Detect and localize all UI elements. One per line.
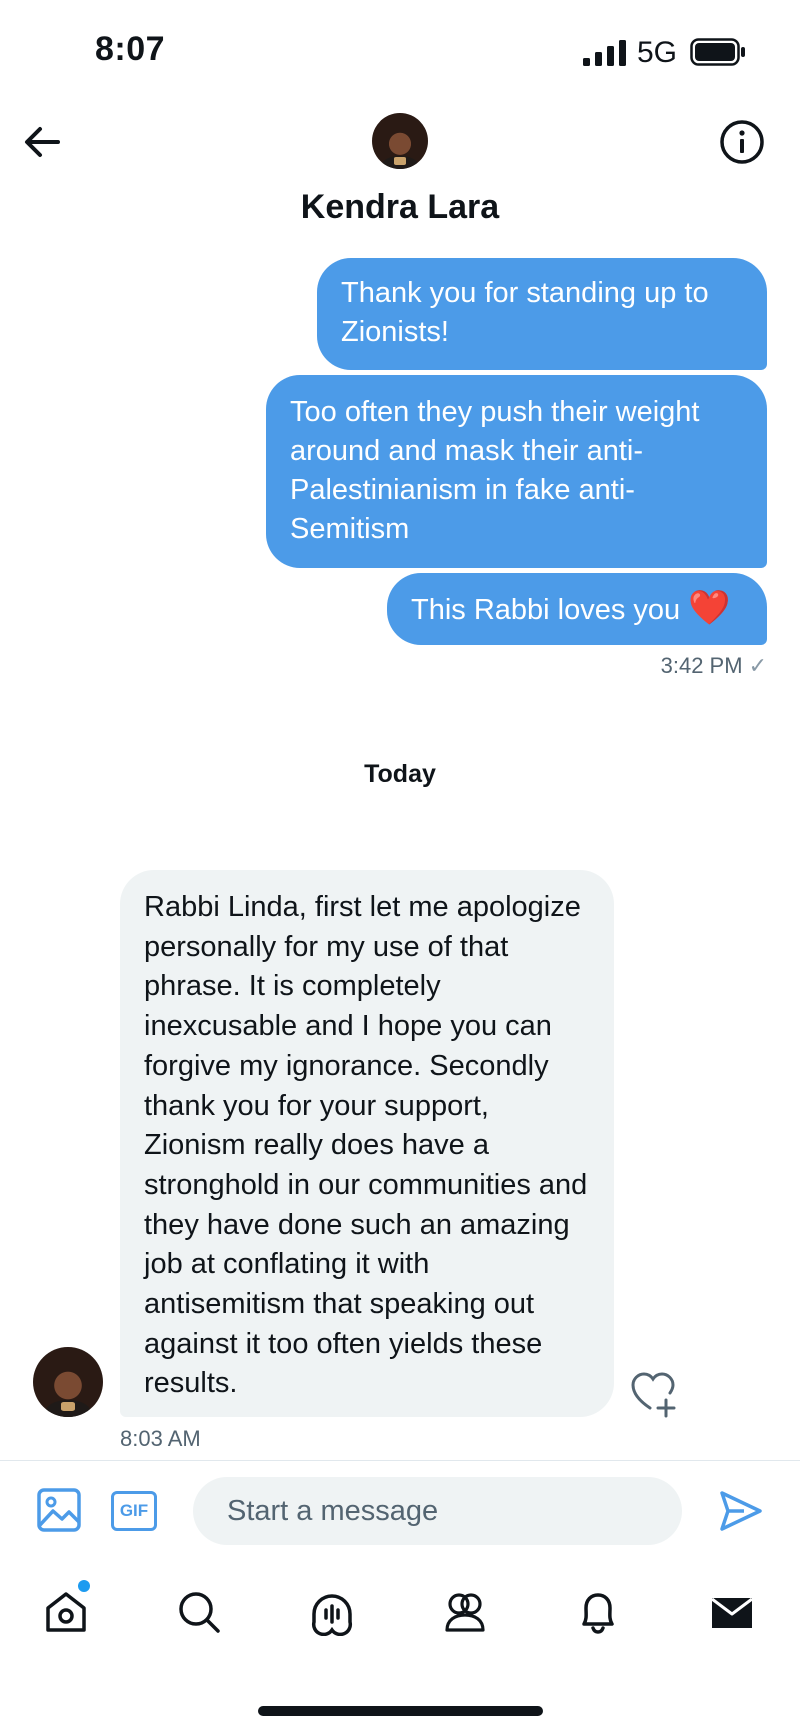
heart-emoji: ❤️ bbox=[688, 589, 731, 627]
bell-icon[interactable] bbox=[574, 1588, 622, 1636]
battery-icon bbox=[690, 38, 745, 66]
gif-button[interactable]: GIF bbox=[111, 1491, 157, 1531]
composer-divider bbox=[0, 1460, 800, 1461]
mail-icon[interactable] bbox=[708, 1588, 756, 1636]
status-time: 8:07 bbox=[95, 30, 166, 68]
image-icon[interactable] bbox=[36, 1487, 82, 1533]
notification-dot bbox=[78, 1580, 90, 1592]
contact-name[interactable]: Kendra Lara bbox=[0, 188, 800, 227]
sender-avatar[interactable] bbox=[33, 1347, 103, 1417]
info-icon[interactable] bbox=[718, 118, 766, 166]
home-indicator bbox=[258, 1706, 543, 1716]
communities-icon[interactable] bbox=[441, 1588, 489, 1636]
sent-message[interactable]: This Rabbi loves you ❤️ bbox=[387, 573, 767, 645]
back-arrow-icon[interactable] bbox=[18, 118, 68, 168]
sent-timestamp: 3:42 PM ✓ bbox=[660, 653, 767, 678]
message-text: Too often they push their weight around … bbox=[290, 396, 700, 545]
message-input[interactable] bbox=[193, 1477, 682, 1545]
spaces-icon[interactable] bbox=[308, 1588, 356, 1636]
received-message[interactable]: Rabbi Linda, first let me apologize pers… bbox=[120, 870, 614, 1417]
signal-icon bbox=[583, 40, 626, 66]
checkmark-icon: ✓ bbox=[748, 653, 767, 678]
home-icon[interactable] bbox=[42, 1588, 90, 1636]
sent-message[interactable]: Thank you for standing up to Zionists! bbox=[317, 258, 767, 370]
received-timestamp: 8:03 AM bbox=[120, 1426, 201, 1451]
contact-avatar[interactable] bbox=[372, 113, 428, 169]
message-text: Rabbi Linda, first let me apologize pers… bbox=[144, 891, 588, 1400]
sent-message[interactable]: Too often they push their weight around … bbox=[266, 375, 767, 568]
search-icon[interactable] bbox=[175, 1588, 223, 1636]
send-icon[interactable] bbox=[718, 1488, 764, 1534]
network-label: 5G bbox=[637, 36, 678, 69]
add-reaction-icon[interactable] bbox=[630, 1370, 680, 1418]
day-separator: Today bbox=[364, 760, 436, 788]
message-text: Thank you for standing up to Zionists! bbox=[341, 277, 709, 348]
message-text: This Rabbi loves you bbox=[411, 594, 681, 626]
